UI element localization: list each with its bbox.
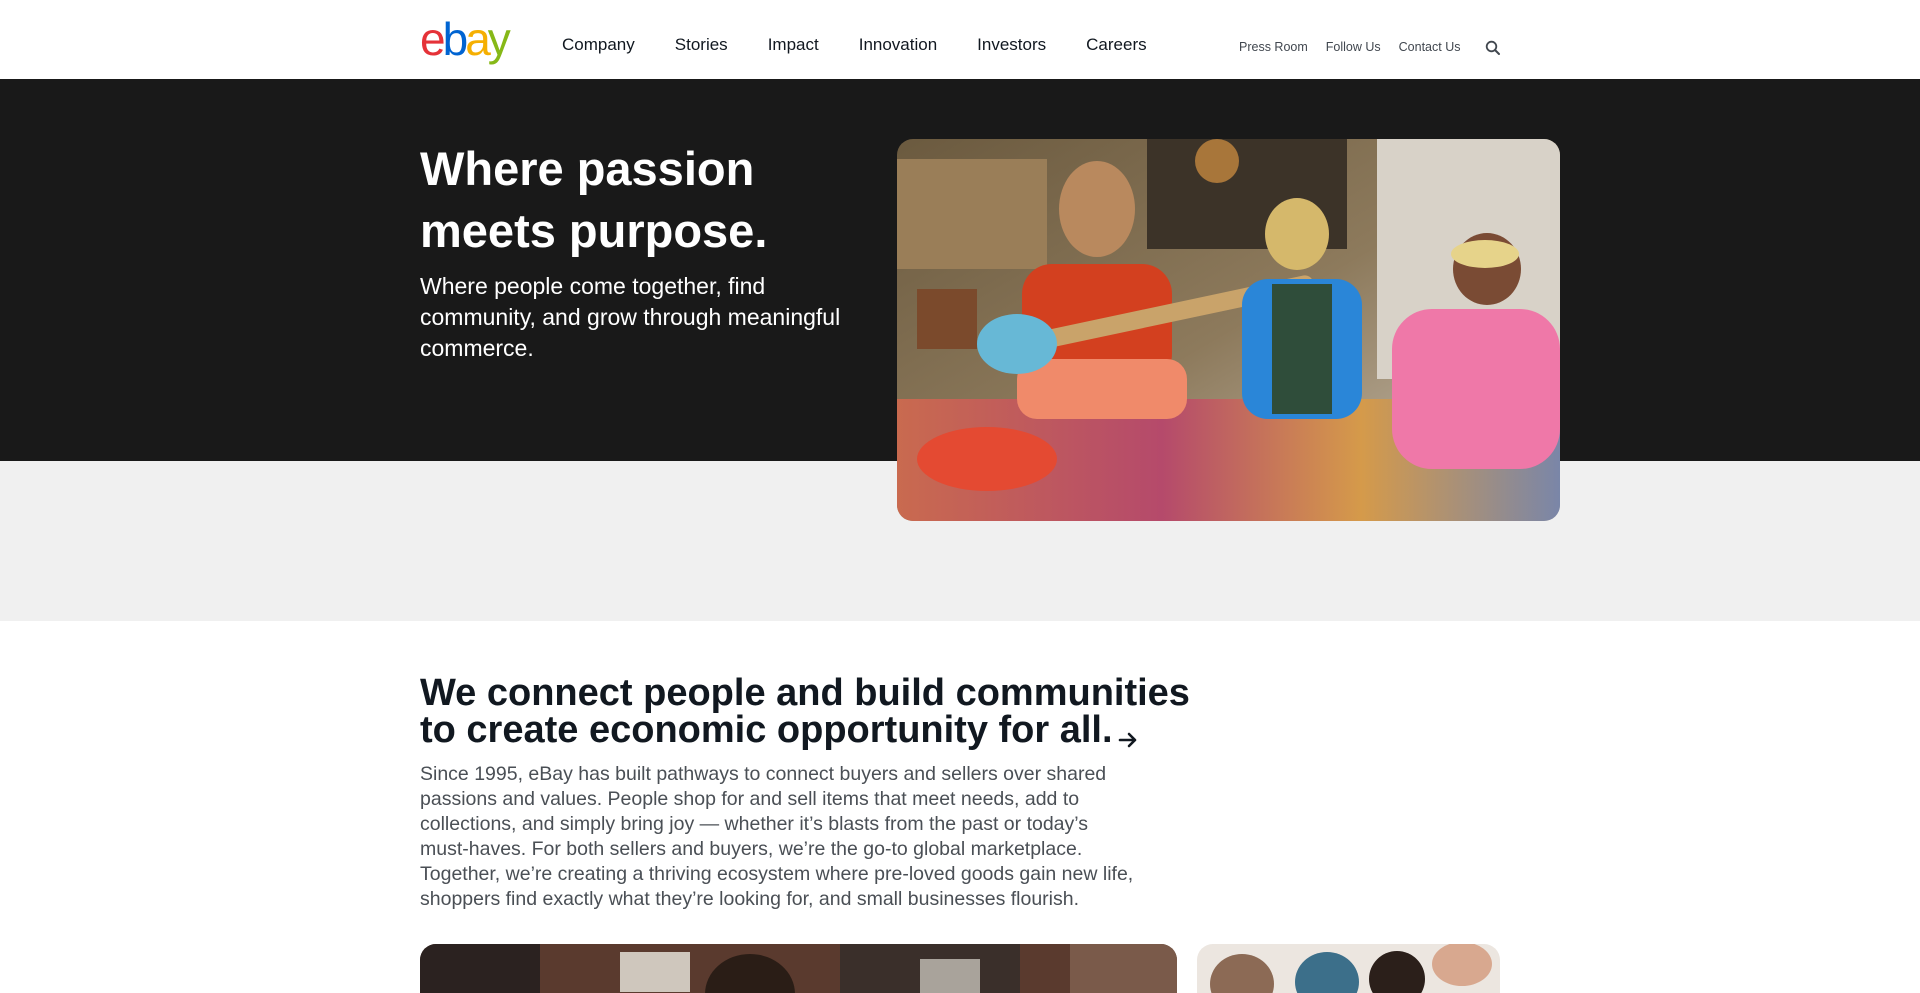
arrow-right-icon[interactable] bbox=[1117, 721, 1139, 748]
nav-press-room[interactable]: Press Room bbox=[1239, 39, 1308, 55]
logo-letter-e: e bbox=[420, 13, 446, 65]
hero-photo bbox=[897, 139, 1560, 521]
mission-heading-text[interactable]: We connect people and build communities … bbox=[420, 672, 1190, 751]
main-nav: Company Stories Impact Innovation Invest… bbox=[562, 34, 1187, 56]
nav-follow-us[interactable]: Follow Us bbox=[1326, 39, 1381, 55]
nav-careers[interactable]: Careers bbox=[1086, 34, 1146, 56]
search-icon[interactable] bbox=[1484, 39, 1502, 57]
utility-nav: Press Room Follow Us Contact Us bbox=[1239, 39, 1479, 55]
nav-impact[interactable]: Impact bbox=[768, 34, 819, 56]
nav-stories[interactable]: Stories bbox=[675, 34, 728, 56]
logo-letter-b: b bbox=[442, 13, 469, 65]
story-card-image[interactable] bbox=[1197, 944, 1500, 993]
nav-innovation[interactable]: Innovation bbox=[859, 34, 937, 56]
nav-investors[interactable]: Investors bbox=[977, 34, 1046, 56]
hero-title: Where passion meets purpose. bbox=[420, 142, 768, 257]
nav-company[interactable]: Company bbox=[562, 34, 635, 56]
nav-contact-us[interactable]: Contact Us bbox=[1399, 39, 1461, 55]
story-card-image[interactable] bbox=[420, 944, 1177, 993]
ebay-logo[interactable]: ebay bbox=[420, 13, 511, 65]
hero-subtitle: Where people come together, find communi… bbox=[420, 273, 841, 361]
mission-body: Since 1995, eBay has built pathways to c… bbox=[420, 763, 1134, 910]
logo-letter-y: y bbox=[487, 13, 511, 65]
mission-heading[interactable]: We connect people and build communities … bbox=[420, 672, 1220, 751]
logo-letter-a: a bbox=[465, 13, 491, 65]
site-header: ebay Company Stories Impact Innovation I… bbox=[0, 0, 1920, 79]
